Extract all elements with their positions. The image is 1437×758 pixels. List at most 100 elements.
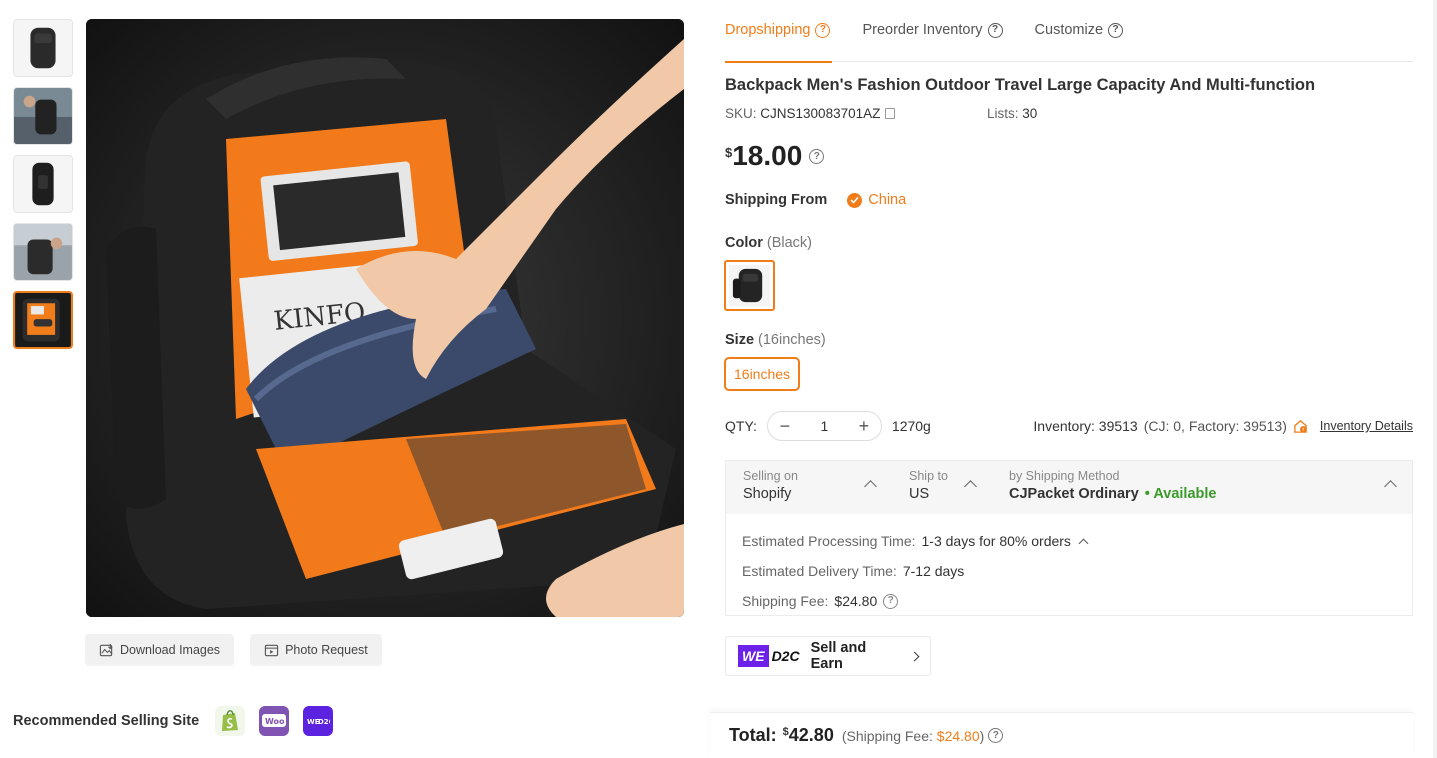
price-currency: $ — [725, 145, 733, 160]
shipping-from-option[interactable]: China — [847, 192, 906, 208]
help-icon[interactable]: ? — [815, 22, 831, 38]
svg-text:Woo: Woo — [265, 717, 285, 726]
photo-request-button[interactable]: Photo Request — [250, 634, 382, 666]
inventory-info: Inventory: 39513 (CJ: 0, Factory: 39513)… — [1033, 418, 1413, 434]
shipping-from-label: Shipping From — [725, 192, 828, 208]
total-fee-suffix: ) — [979, 727, 985, 744]
recommended-label: Recommended Selling Site — [13, 713, 200, 729]
chevron-up-icon[interactable] — [1384, 480, 1397, 493]
total-shipping-fee: (Shipping Fee: $24.80) — [842, 728, 984, 744]
size-option-label: Size (16inches) — [725, 332, 826, 348]
lists-value: 30 — [1022, 106, 1038, 121]
photo-request-icon — [264, 644, 279, 656]
total-bar: Total: $ 42.80 (Shipping Fee: $24.80) ? — [710, 712, 1413, 758]
ship-to-label: Ship to — [909, 469, 948, 483]
total-fee-value: $24.80 — [936, 727, 980, 744]
ship-to-value: US — [909, 486, 930, 502]
total-help-icon[interactable]: ? — [988, 728, 1004, 743]
inventory-count: Inventory: 39513 — [1033, 418, 1138, 434]
shipping-panel: Selling on Shopify Ship to US by Shippin… — [725, 460, 1413, 616]
shipping-fee-value: $24.80 — [834, 593, 878, 609]
main-product-image[interactable]: KINFO — [86, 19, 684, 617]
thumbnail-5[interactable] — [13, 291, 73, 349]
svg-text:D2C: D2C — [318, 718, 330, 726]
warehouse-icon — [1294, 419, 1307, 433]
chevron-up-icon[interactable] — [964, 480, 977, 493]
size-selected: (16inches) — [758, 332, 826, 348]
size-label: Size — [725, 332, 755, 348]
delivery-value: 7-12 days — [902, 563, 965, 579]
size-option-16inches[interactable]: 16inches — [724, 357, 801, 391]
tab-dropshipping-label: Dropshipping — [725, 22, 811, 38]
total-label: Total: — [729, 725, 777, 745]
sku-value: CJNS130083701AZ — [760, 106, 881, 121]
color-selected: (Black) — [766, 235, 812, 251]
quantity-input[interactable] — [804, 418, 845, 434]
selling-on-label: Selling on — [743, 469, 798, 483]
download-images-button[interactable]: Download Images — [85, 634, 235, 666]
price-amount: 18.00 — [732, 140, 803, 171]
scrollbar[interactable] — [1433, 0, 1437, 758]
woocommerce-icon[interactable]: Woo — [259, 706, 290, 736]
wed2c-icon[interactable]: WED2C — [303, 706, 334, 736]
color-swatch-black[interactable] — [724, 260, 775, 311]
decrement-button[interactable]: − — [778, 417, 792, 435]
shipping-details: Estimated Processing Time: 1-3 days for … — [726, 514, 1412, 616]
shipping-method-select[interactable]: by Shipping Method CJPacket Ordinary • Av… — [1009, 469, 1216, 502]
help-icon[interactable]: ? — [987, 22, 1003, 38]
shipping-panel-header: Selling on Shopify Ship to US by Shippin… — [726, 461, 1412, 514]
inventory-details-link[interactable]: Inventory Details — [1320, 419, 1413, 433]
tab-dropshipping[interactable]: Dropshipping ? — [725, 0, 833, 63]
processing-label: Estimated Processing Time: — [742, 533, 916, 549]
thumbnail-3[interactable] — [13, 155, 73, 213]
ship-to-select[interactable]: Ship to US — [909, 469, 948, 502]
shipping-method-value: CJPacket Ordinary — [1009, 486, 1139, 502]
processing-value: 1-3 days for 80% orders — [921, 533, 1071, 549]
shipping-fee-help-icon[interactable]: ? — [883, 593, 899, 609]
sell-and-earn-label: Sell and Earn — [810, 640, 867, 672]
color-option-label: Color (Black) — [725, 235, 812, 251]
wed2c-sell-and-earn-button[interactable]: WE D2C Sell and Earn — [725, 636, 931, 676]
thumbnail-2[interactable] — [13, 87, 73, 145]
total-amount: 42.80 — [788, 725, 834, 745]
chevron-up-icon[interactable] — [1078, 538, 1089, 548]
availability-status: • Available — [1144, 486, 1217, 502]
increment-button[interactable]: + — [857, 417, 871, 435]
photo-request-label: Photo Request — [285, 643, 368, 657]
image-actions: Download Images Photo Request — [85, 634, 382, 666]
total-fee-prefix: (Shipping Fee: — [841, 727, 933, 744]
shipping-fee-row: Shipping Fee: $24.80 ? — [742, 586, 1396, 616]
copy-icon[interactable] — [885, 108, 896, 119]
product-price: $ 18.00 ? — [725, 140, 825, 172]
tab-preorder-inventory[interactable]: Preorder Inventory ? — [862, 0, 1003, 62]
price-help-icon[interactable]: ? — [809, 149, 825, 164]
thumbnail-4[interactable] — [13, 223, 73, 281]
tab-customize[interactable]: Customize ? — [1035, 0, 1124, 62]
inventory-breakdown: (CJ: 0, Factory: 39513) — [1143, 418, 1287, 434]
purchase-mode-tabs: Dropshipping ? Preorder Inventory ? Cust… — [725, 0, 1413, 63]
thumbnail-list — [13, 19, 73, 359]
sku-label: SKU: — [725, 106, 757, 121]
shipping-from: Shipping From China — [725, 192, 906, 208]
tab-customize-label: Customize — [1034, 22, 1104, 38]
selling-on-select[interactable]: Selling on Shopify — [743, 469, 798, 502]
thumbnail-1[interactable] — [13, 19, 73, 77]
check-icon — [847, 192, 863, 208]
wed2c-logo: WE D2C — [738, 645, 803, 667]
chevron-up-icon[interactable] — [864, 480, 877, 493]
shipping-from-value: China — [868, 192, 907, 208]
color-label: Color — [725, 235, 763, 251]
recommended-selling-site: Recommended Selling Site Woo WED2C — [13, 706, 334, 736]
download-images-label: Download Images — [120, 643, 221, 657]
selling-on-value: Shopify — [743, 486, 792, 502]
lists-count: Lists: 30 — [987, 106, 1037, 121]
tab-preorder-label: Preorder Inventory — [862, 22, 983, 38]
delivery-time-row: Estimated Delivery Time: 7-12 days — [742, 556, 1396, 586]
lists-label: Lists: — [987, 106, 1019, 121]
wed2c-d2c: D2C — [771, 648, 800, 664]
help-icon[interactable]: ? — [1108, 22, 1124, 38]
chevron-right-icon — [909, 651, 920, 661]
processing-time-row: Estimated Processing Time: 1-3 days for … — [742, 526, 1396, 556]
shopify-icon[interactable] — [215, 706, 246, 736]
wed2c-we: WE — [738, 645, 769, 667]
